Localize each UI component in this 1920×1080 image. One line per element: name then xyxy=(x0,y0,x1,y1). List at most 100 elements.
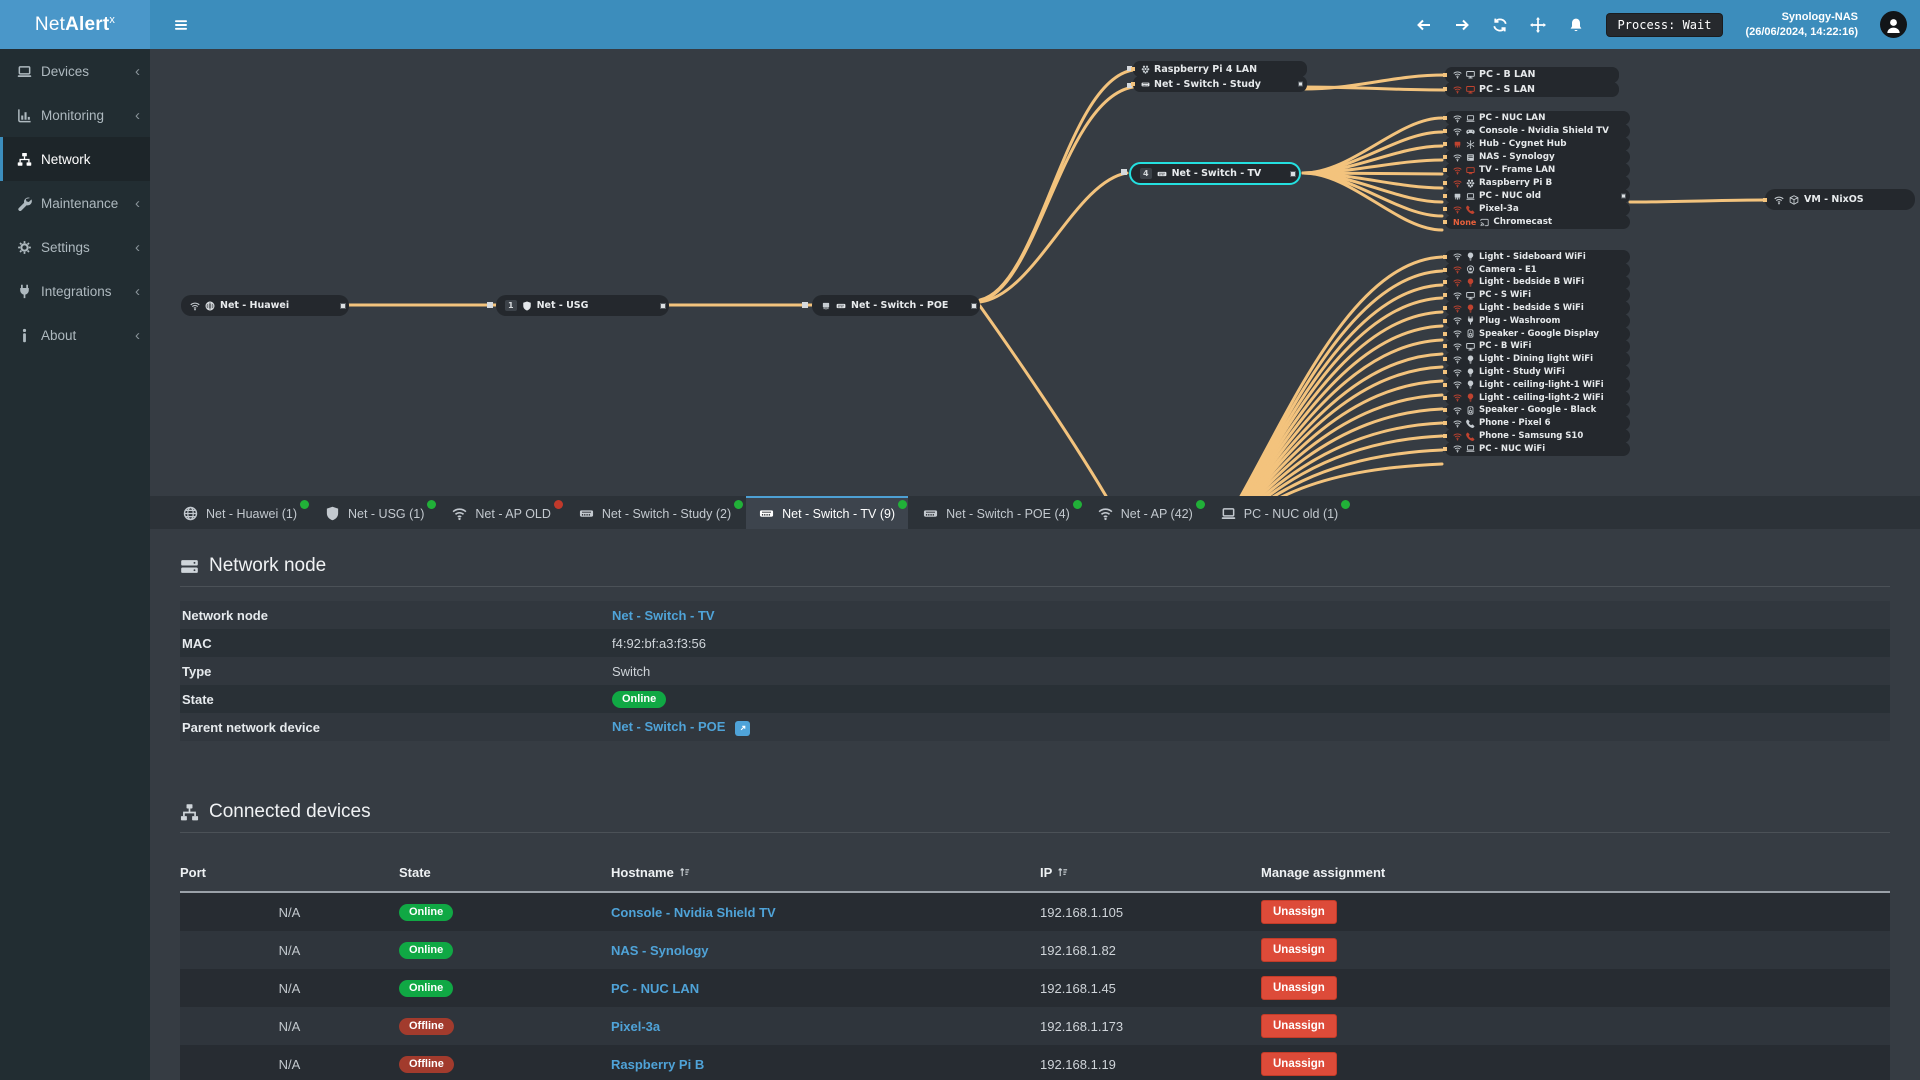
node-label: Net - Switch - POE xyxy=(851,300,949,311)
back-arrow-icon[interactable] xyxy=(1416,17,1432,33)
sidebar-item-label: Monitoring xyxy=(41,107,105,123)
topology-node-vm-nixos[interactable]: VM - NixOS xyxy=(1765,189,1915,210)
cell-state: Online xyxy=(399,903,611,921)
topology-node-speaker-google-black[interactable]: Speaker - Google - Black xyxy=(1445,403,1630,418)
node-handle[interactable] xyxy=(1621,193,1626,199)
wifi-icon xyxy=(1453,85,1462,94)
column-header-ip[interactable]: IP xyxy=(1040,865,1261,880)
tab-net-ap-42[interactable]: Net - AP (42) xyxy=(1085,496,1206,529)
chevron-left-icon: ‹ xyxy=(135,282,140,300)
wifi-icon xyxy=(1453,70,1462,79)
sidebar-item-maintenance[interactable]: Maintenance ‹ xyxy=(0,181,150,225)
topology-node-light-study-wifi[interactable]: Light - Study WiFi xyxy=(1445,365,1630,379)
parent-node-link[interactable]: Net - Switch - POE xyxy=(612,719,725,734)
hostname-link[interactable]: Console - Nvidia Shield TV xyxy=(611,905,776,920)
topology-node-phone-samsung-s10[interactable]: Phone - Samsung S10 xyxy=(1445,429,1630,443)
node-link[interactable]: Net - Switch - TV xyxy=(612,608,715,623)
topology-node-net-huawei[interactable]: Net - Huawei xyxy=(181,295,349,316)
sidebar-item-integrations[interactable]: Integrations ‹ xyxy=(0,269,150,313)
chevron-left-icon: ‹ xyxy=(135,238,140,256)
tab-pc-nuc-old-1[interactable]: PC - NUC old (1) xyxy=(1208,496,1351,529)
topology-node-net-switch-study[interactable]: Net - Switch - Study xyxy=(1133,76,1307,92)
sidebar-item-settings[interactable]: Settings ‹ xyxy=(0,225,150,269)
unassign-button[interactable]: Unassign xyxy=(1261,1014,1337,1038)
unassign-button[interactable]: Unassign xyxy=(1261,976,1337,1000)
hostname-link[interactable]: NAS - Synology xyxy=(611,943,709,958)
detail-label: Type xyxy=(182,663,212,679)
detail-value-cell: f4:92:bf:a3:f3:56 xyxy=(612,636,706,651)
unassign-button[interactable]: Unassign xyxy=(1261,900,1337,924)
node-handle[interactable] xyxy=(1298,81,1303,87)
topology-node-chromecast[interactable]: None Chromecast xyxy=(1445,215,1630,229)
topology-node-pc-nuc-old[interactable]: PC - NUC old xyxy=(1445,189,1630,203)
notifications-bell-icon[interactable] xyxy=(1568,17,1584,33)
sidebar-item-monitoring[interactable]: Monitoring ‹ xyxy=(0,93,150,137)
topology-node-camera-e1[interactable]: Camera - E1 xyxy=(1445,262,1630,277)
topology-node-hub-cygnet-hub[interactable]: Hub - Cygnet Hub xyxy=(1445,137,1630,151)
cell-state: Offline xyxy=(399,1017,611,1035)
topology-node-light-bedside-s-wifi[interactable]: Light - bedside S WiFi xyxy=(1445,301,1630,315)
node-label: Camera - E1 xyxy=(1479,264,1537,275)
topology-node-light-bedside-b-wifi[interactable]: Light - bedside B WiFi xyxy=(1445,275,1630,290)
topology-node-tv-frame-lan[interactable]: TV - Frame LAN xyxy=(1445,163,1630,177)
topology-node-net-usg[interactable]: 1 Net - USG xyxy=(496,295,669,316)
topology-node-raspberry-pi-b[interactable]: Raspberry Pi B xyxy=(1445,176,1630,190)
topology-node-net-switch-tv[interactable]: 4 Net - Switch - TV xyxy=(1129,162,1301,185)
topology-node-pc-s-wifi[interactable]: PC - S WiFi xyxy=(1445,288,1630,303)
topology-node-console-nvidia-shield-tv[interactable]: Console - Nvidia Shield TV xyxy=(1445,124,1630,138)
port-label: None xyxy=(1453,217,1477,227)
sidebar-item-about[interactable]: About ‹ xyxy=(0,313,150,357)
unassign-button[interactable]: Unassign xyxy=(1261,938,1337,962)
forward-arrow-icon[interactable] xyxy=(1454,17,1470,33)
topology-node-pc-b-wifi[interactable]: PC - B WiFi xyxy=(1445,339,1630,354)
node-handle[interactable] xyxy=(340,302,346,309)
detail-row: Type Switch xyxy=(180,657,1890,685)
sidebar-toggle-button[interactable] xyxy=(166,10,196,40)
unassign-button[interactable]: Unassign xyxy=(1261,1052,1337,1076)
tab-net-huawei-1[interactable]: Net - Huawei (1) xyxy=(170,496,310,529)
external-link-button[interactable] xyxy=(735,720,751,736)
cell-state: Online xyxy=(399,979,611,997)
refresh-icon[interactable] xyxy=(1492,17,1508,33)
node-label: Phone - Pixel 6 xyxy=(1479,418,1551,429)
port-badge: 1 xyxy=(505,300,517,311)
sidebar-item-network[interactable]: Network xyxy=(0,137,150,181)
hostname-link[interactable]: Pixel-3a xyxy=(611,1019,660,1034)
topology-node-net-switch-poe[interactable]: Net - Switch - POE xyxy=(812,295,980,316)
topology-node-light-ceiling-light-2-wifi[interactable]: Light - ceiling-light-2 WiFi xyxy=(1445,390,1630,405)
tab-net-usg-1[interactable]: Net - USG (1) xyxy=(312,496,437,529)
laptop-icon xyxy=(1221,506,1236,521)
topology-node-pc-nuc-wifi[interactable]: PC - NUC WiFi xyxy=(1445,441,1630,456)
topology-node-phone-pixel-6[interactable]: Phone - Pixel 6 xyxy=(1445,416,1630,431)
tab-net-ap-old[interactable]: Net - AP OLD xyxy=(439,496,564,529)
topology-node-pixel-3a[interactable]: Pixel-3a xyxy=(1445,202,1630,216)
chevron-left-icon: ‹ xyxy=(135,194,140,212)
topology-node-nas-synology[interactable]: NAS - Synology xyxy=(1445,150,1630,164)
move-icon[interactable] xyxy=(1530,17,1546,33)
topology-node-light-dining-light-wifi[interactable]: Light - Dining light WiFi xyxy=(1445,352,1630,367)
avatar[interactable] xyxy=(1880,11,1907,38)
topology-node-pc-s-lan[interactable]: PC - S LAN xyxy=(1445,81,1619,97)
topology-node-speaker-google-display[interactable]: Speaker - Google Display xyxy=(1445,326,1630,341)
topology-node-light-ceiling-light-1-wifi[interactable]: Light - ceiling-light-1 WiFi xyxy=(1445,377,1630,392)
node-label: PC - S WiFi xyxy=(1479,290,1532,301)
sidebar-item-devices[interactable]: Devices ‹ xyxy=(0,49,150,93)
topology-node-pc-b-lan[interactable]: PC - B LAN xyxy=(1445,67,1619,83)
topology-node-plug-washroom[interactable]: Plug - Washroom xyxy=(1445,313,1630,328)
column-header-hostname[interactable]: Hostname xyxy=(611,865,1040,880)
node-handle[interactable] xyxy=(660,302,666,309)
tab-net-switch-poe-4[interactable]: Net - Switch - POE (4) xyxy=(910,496,1083,529)
topology-node-light-sideboard-wifi[interactable]: Light - Sideboard WiFi xyxy=(1445,250,1630,264)
tab-label: PC - NUC old (1) xyxy=(1243,506,1339,521)
app-logo[interactable]: Net Alert x xyxy=(0,0,150,49)
process-status-badge[interactable]: Process: Wait xyxy=(1605,12,1724,37)
tab-net-switch-study-2[interactable]: Net - Switch - Study (2) xyxy=(566,496,744,529)
node-handle[interactable] xyxy=(971,302,977,309)
tab-net-switch-tv-9[interactable]: Net - Switch - TV (9) xyxy=(746,496,909,529)
wifi-icon xyxy=(1453,342,1462,351)
hostname-link[interactable]: Raspberry Pi B xyxy=(611,1057,704,1072)
hostname-link[interactable]: PC - NUC LAN xyxy=(611,981,699,996)
topology-node-pc-nuc-lan[interactable]: PC - NUC LAN xyxy=(1445,111,1630,125)
topology-node-raspberry-pi-4-lan[interactable]: Raspberry Pi 4 LAN xyxy=(1133,61,1307,77)
node-handle[interactable] xyxy=(1290,170,1296,177)
